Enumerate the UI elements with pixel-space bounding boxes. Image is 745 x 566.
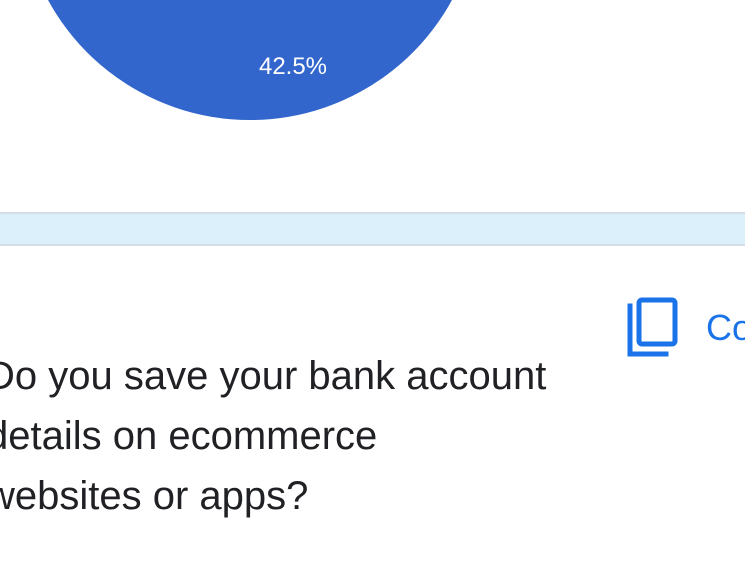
copy-label: Copy [706, 307, 745, 348]
question-text: Do you save your bank account details on… [0, 354, 547, 518]
copy-button[interactable]: Copy [624, 296, 745, 360]
pie-chart: 42.5% [0, 0, 745, 200]
pie-slice[interactable] [26, 0, 473, 120]
pie-slice-label: 42.5% [259, 53, 327, 80]
page: 42.5% Copy Do you save your bank account… [0, 0, 745, 566]
pie-chart-svg: 42.5% [26, 0, 473, 120]
copy-icon [627, 297, 678, 357]
section-divider [0, 212, 745, 246]
